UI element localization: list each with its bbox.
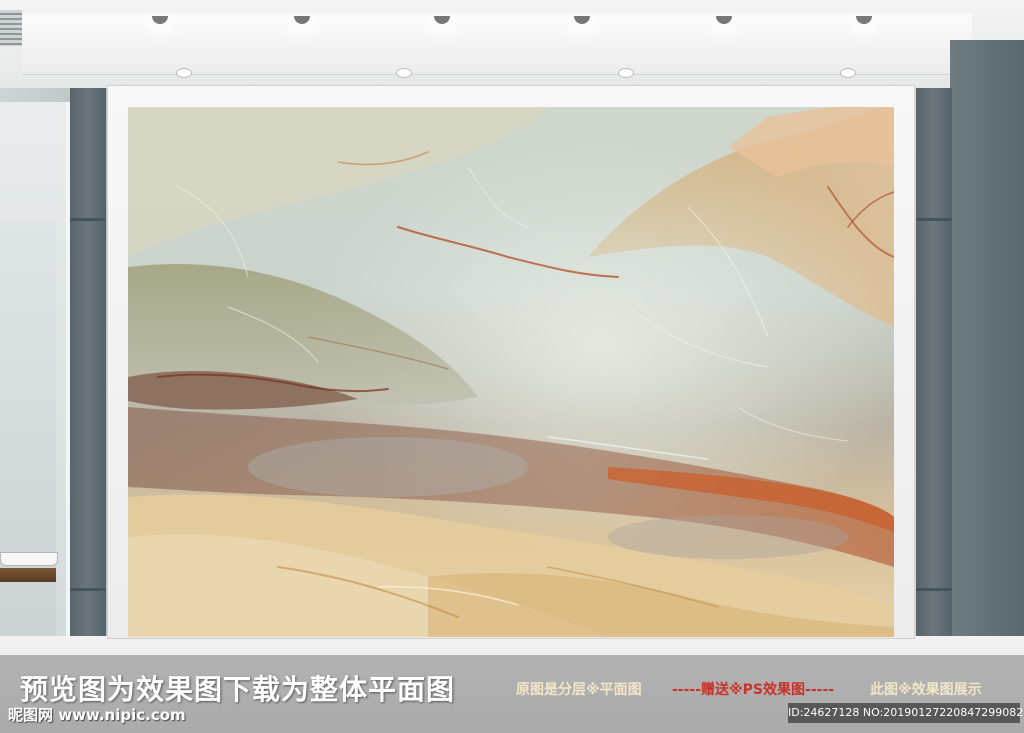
downlight-icon [840,68,856,78]
ceiling [0,0,1024,88]
spotlight-icon [716,16,732,24]
note-gift: -----赠送※PS效果图----- [672,682,835,698]
spotlight-icon [434,16,450,24]
vanity-counter [0,568,56,582]
marble-mural [128,107,894,637]
note-effect: 此图※效果图展示 [870,682,982,698]
panel-groove [916,218,952,221]
spotlight-icon [152,16,168,24]
watermark: 昵图网 www.nipic.com [8,706,186,724]
downlight-icon [618,68,634,78]
banner-headline: 预览图为效果图下载为整体平面图 [20,673,456,706]
wash-basin [0,552,58,566]
panel-groove [916,588,952,591]
left-dark-panel [70,88,106,636]
ceiling-recess [22,14,972,75]
marble-texture [128,107,894,637]
image-id-tag: ID:24627128 NO:20190127220847299082 [788,703,1023,723]
right-dark-panel [916,88,952,636]
air-vent [0,10,22,46]
downlight-icon [396,68,412,78]
spotlight-icon [856,16,872,24]
mural-frame [108,86,914,638]
bathroom-interior [0,222,56,682]
note-original: 原图是分层※平面图 [516,682,642,698]
bathroom-doorway [0,102,72,682]
panel-groove [70,218,106,221]
right-wall [950,40,1024,645]
downlight-icon [176,68,192,78]
spotlight-icon [294,16,310,24]
spotlight-icon [574,16,590,24]
panel-groove [70,588,106,591]
